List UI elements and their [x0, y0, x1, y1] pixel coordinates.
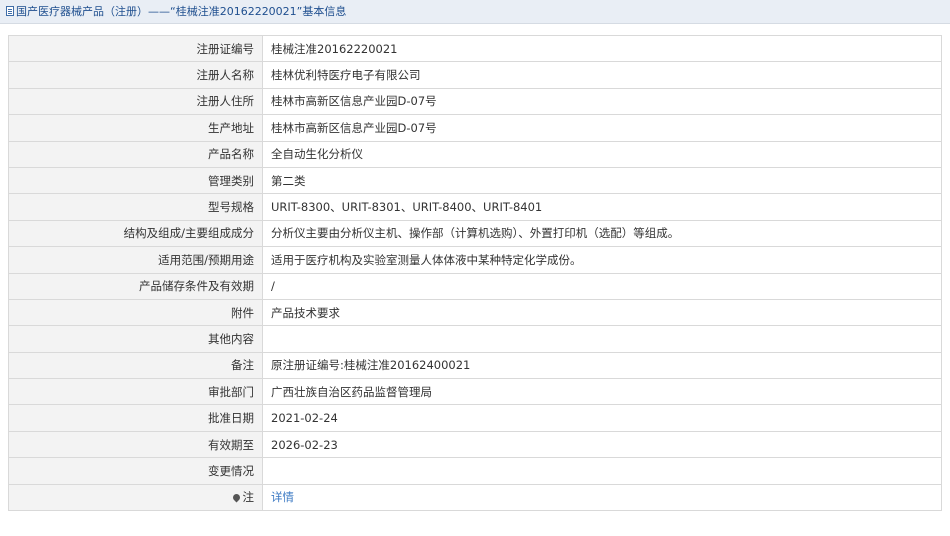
- row-value: 桂林优利特医疗电子有限公司: [262, 61, 942, 89]
- table-row: 批准日期 2021-02-24: [8, 404, 942, 432]
- note-label-cell: 注: [8, 483, 263, 512]
- table-row: 注册人名称 桂林优利特医疗电子有限公司: [8, 61, 942, 89]
- table-row: 结构及组成/主要组成成分 分析仪主要由分析仪主机、操作部（计算机选购）、外置打印…: [8, 219, 942, 248]
- row-label: 注册证编号: [8, 34, 263, 63]
- row-label: 管理类别: [8, 166, 263, 195]
- breadcrumb-text: 国产医疗器械产品（注册）——“桂械注准20162220021”基本信息: [16, 5, 347, 18]
- breadcrumb-bar: 国产医疗器械产品（注册）——“桂械注准20162220021”基本信息: [0, 0, 950, 24]
- row-value: 分析仪主要由分析仪主机、操作部（计算机选购）、外置打印机（选配）等组成。: [262, 219, 942, 248]
- row-label: 产品储存条件及有效期: [8, 272, 263, 300]
- registration-detail-table: 注册证编号 桂械注准20162220021 注册人名称 桂林优利特医疗电子有限公…: [8, 34, 942, 512]
- table-row: 注册证编号 桂械注准20162220021: [8, 34, 942, 63]
- table-row: 审批部门 广西壮族自治区药品监督管理局: [8, 378, 942, 406]
- row-value: 桂械注准20162220021: [262, 34, 942, 63]
- row-label: 备注: [8, 351, 263, 380]
- table-row: 其他内容: [8, 325, 942, 353]
- row-label: 有效期至: [8, 430, 263, 459]
- row-value: 2026-02-23: [262, 430, 942, 459]
- table-row: 产品名称 全自动生化分析仪: [8, 140, 942, 168]
- row-label: 其他内容: [8, 325, 263, 353]
- table-row: 变更情况: [8, 457, 942, 485]
- pin-icon: [231, 492, 241, 503]
- row-value: 桂林市高新区信息产业园D-07号: [262, 87, 942, 116]
- row-value: [262, 457, 942, 485]
- document-icon: [6, 6, 14, 16]
- table-row-note: 注 详情: [8, 483, 942, 512]
- row-value: 适用于医疗机构及实验室测量人体体液中某种特定化学成份。: [262, 246, 942, 274]
- row-label: 注册人名称: [8, 61, 263, 89]
- breadcrumb: 国产医疗器械产品（注册）——“桂械注准20162220021”基本信息: [6, 0, 346, 24]
- table-row: 适用范围/预期用途 适用于医疗机构及实验室测量人体体液中某种特定化学成份。: [8, 246, 942, 274]
- table-row: 有效期至 2026-02-23: [8, 430, 942, 459]
- row-label: 变更情况: [8, 457, 263, 485]
- row-value: [262, 325, 942, 353]
- row-label: 结构及组成/主要组成成分: [8, 219, 263, 248]
- table-row: 管理类别 第二类: [8, 166, 942, 195]
- table-row: 产品储存条件及有效期 /: [8, 272, 942, 300]
- table-row: 生产地址 桂林市高新区信息产业园D-07号: [8, 114, 942, 142]
- row-label: 审批部门: [8, 378, 263, 406]
- table-row: 注册人住所 桂林市高新区信息产业园D-07号: [8, 87, 942, 116]
- row-value: 第二类: [262, 166, 942, 195]
- row-label: 附件: [8, 298, 263, 327]
- row-label: 型号规格: [8, 193, 263, 221]
- row-label: 注册人住所: [8, 87, 263, 116]
- row-value: 全自动生化分析仪: [262, 140, 942, 168]
- row-value: 产品技术要求: [262, 298, 942, 327]
- row-value: 原注册证编号:桂械注准20162400021: [262, 351, 942, 380]
- row-value: 广西壮族自治区药品监督管理局: [262, 378, 942, 406]
- note-value-cell: 详情: [262, 483, 942, 512]
- table-row: 备注 原注册证编号:桂械注准20162400021: [8, 351, 942, 380]
- table-row: 附件 产品技术要求: [8, 298, 942, 327]
- row-label: 生产地址: [8, 114, 263, 142]
- table-row: 型号规格 URIT-8300、URIT-8301、URIT-8400、URIT-…: [8, 193, 942, 221]
- row-label: 产品名称: [8, 140, 263, 168]
- row-value: /: [262, 272, 942, 300]
- row-value: URIT-8300、URIT-8301、URIT-8400、URIT-8401: [262, 193, 942, 221]
- row-label: 适用范围/预期用途: [8, 246, 263, 274]
- row-value: 桂林市高新区信息产业园D-07号: [262, 114, 942, 142]
- note-label: 注: [242, 490, 255, 505]
- details-link[interactable]: 详情: [271, 490, 294, 504]
- row-value: 2021-02-24: [262, 404, 942, 432]
- row-label: 批准日期: [8, 404, 263, 432]
